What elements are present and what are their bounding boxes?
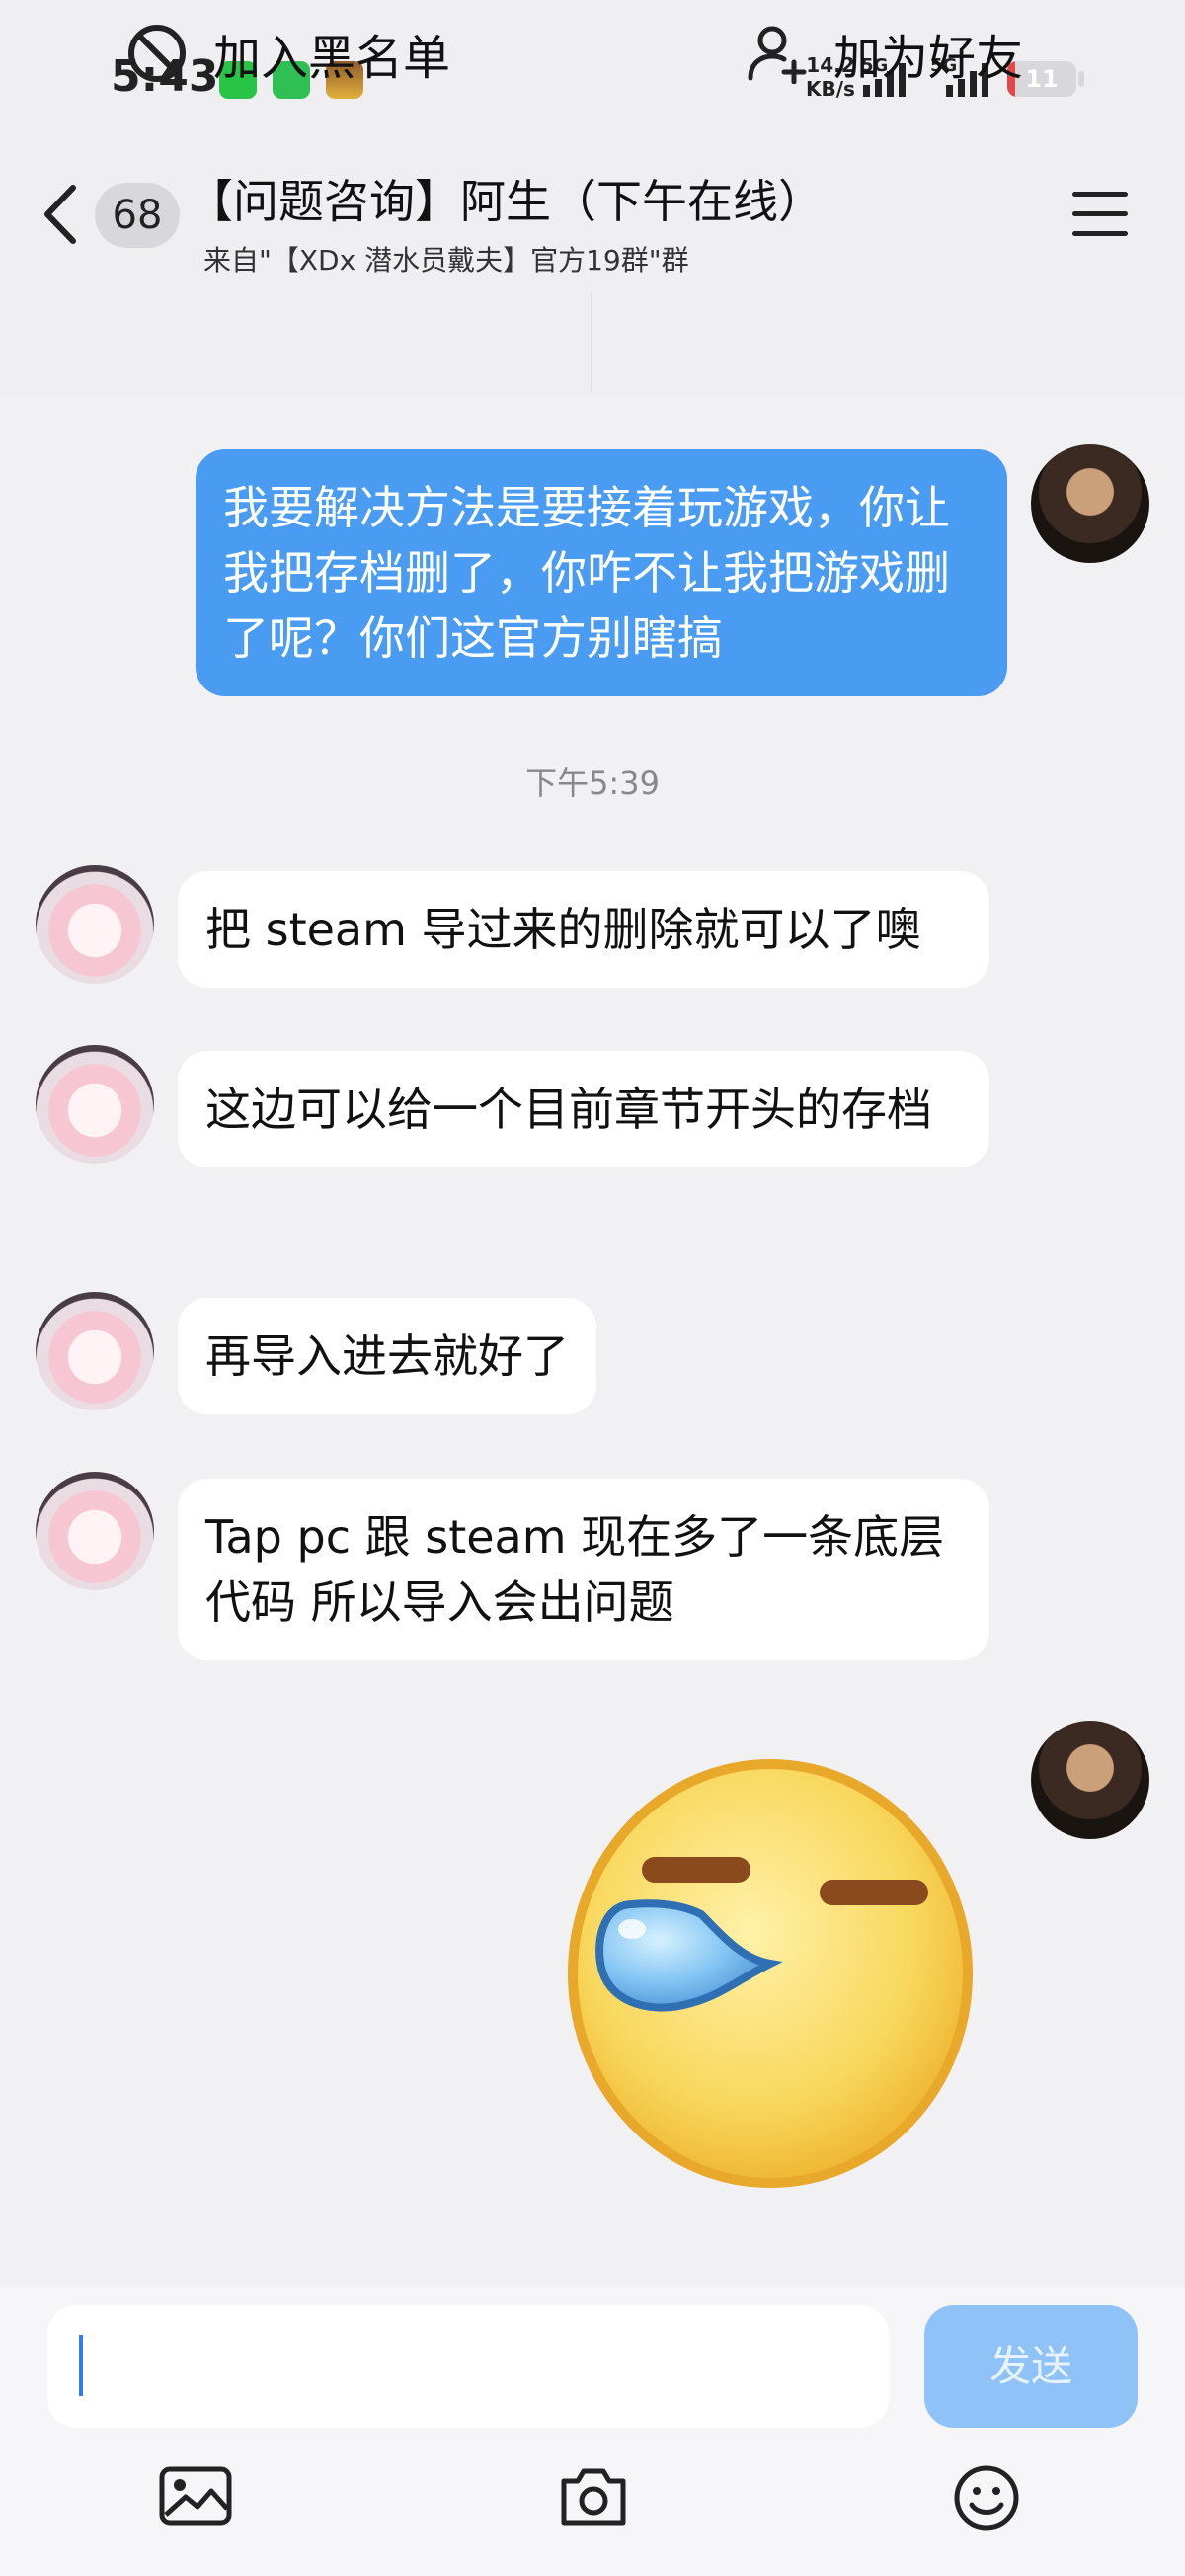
avatar[interactable]	[1031, 444, 1149, 563]
message-timestamp: 下午5:39	[525, 765, 660, 802]
menu-icon[interactable]	[1072, 192, 1128, 239]
camera-icon[interactable]	[556, 2463, 631, 2529]
message-bubble-received[interactable]: 这边可以给一个目前章节开头的存档	[178, 1051, 989, 1167]
add-friend-button[interactable]: 加为好友	[747, 0, 1023, 107]
avatar[interactable]	[36, 865, 154, 984]
message-input[interactable]	[47, 2305, 889, 2428]
sweat-emoji-sticker[interactable]	[563, 1756, 978, 2191]
chat-title: 【问题咨询】阿生（下午在线）	[188, 175, 824, 228]
avatar[interactable]	[36, 1292, 154, 1410]
add-to-blacklist-button[interactable]: 加入黑名单	[126, 0, 450, 107]
message-bubble-received[interactable]: 再导入进去就好了	[178, 1298, 596, 1414]
add-friend-icon	[748, 26, 807, 84]
message-bubble-received[interactable]: Tap pc 跟 steam 现在多了一条底层代码 所以导入会出问题	[178, 1479, 989, 1660]
avatar[interactable]	[36, 1472, 154, 1590]
avatar[interactable]	[36, 1045, 154, 1164]
message-bubble-sent[interactable]: 我要解决方法是要接着玩游戏，你让我把存档删了，你咋不让我把游戏删了呢？你们这官方…	[196, 449, 1007, 696]
avatar[interactable]	[1031, 1721, 1149, 1839]
send-button[interactable]: 发送	[924, 2305, 1138, 2428]
action-bar	[0, 288, 1185, 397]
block-icon	[128, 25, 186, 82]
image-icon[interactable]	[158, 2463, 233, 2529]
action-divider	[591, 291, 592, 392]
emoji-icon[interactable]	[952, 2463, 1021, 2533]
battery-tip	[1078, 71, 1084, 87]
chat-subtitle: 来自"【XDx 潜水员戴夫】官方19群"群	[203, 244, 689, 277]
unread-count-badge[interactable]: 68	[95, 183, 180, 248]
text-caret	[79, 2335, 83, 2396]
back-icon[interactable]	[36, 180, 85, 249]
message-bubble-received[interactable]: 把 steam 导过来的删除就可以了噢	[178, 871, 989, 988]
add-friend-label: 加为好友	[833, 31, 1024, 86]
blacklist-label: 加入黑名单	[213, 31, 451, 86]
